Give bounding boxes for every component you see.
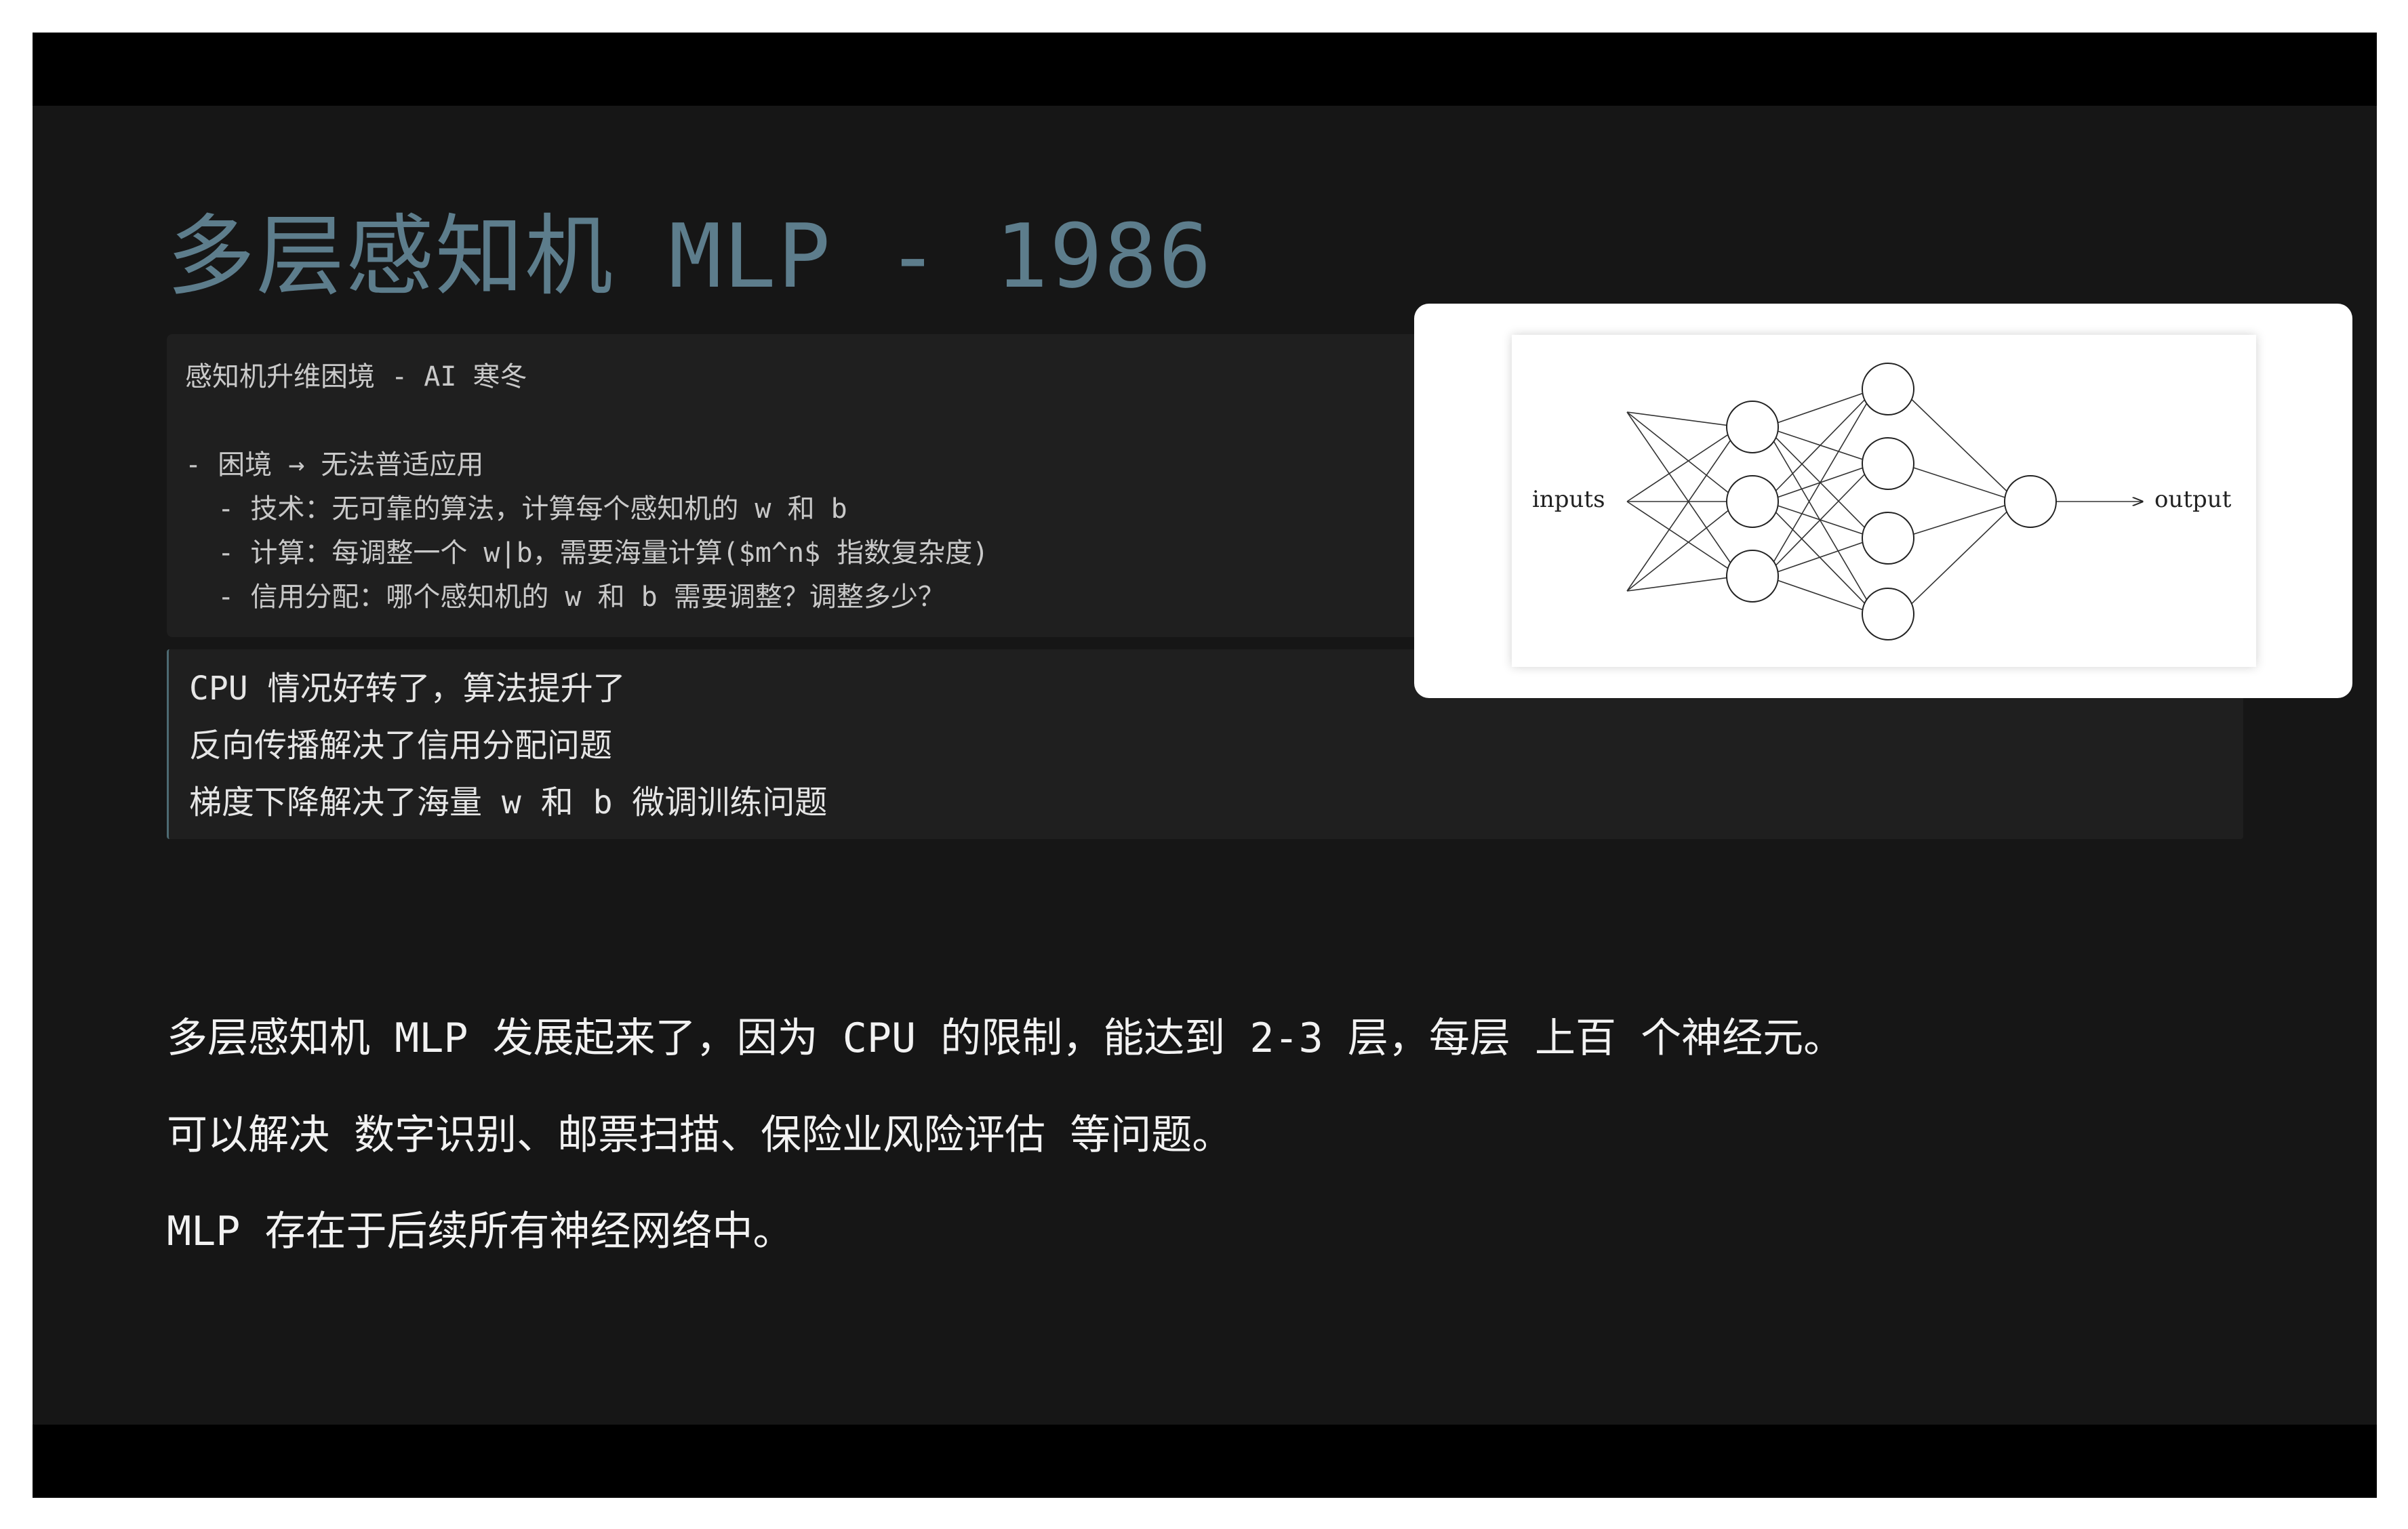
figure-image: inputs output — [1512, 335, 2256, 667]
letterbox-bottom — [33, 1425, 2377, 1498]
code-line: - 信用分配：哪个感知机的 w 和 b 需要调整？调整多少？ — [185, 582, 945, 613]
slide-title: 多层感知机 MLP - 1986 — [167, 205, 1213, 308]
inputs-label: inputs — [1532, 486, 1605, 513]
paragraph-2: 可以解决 数字识别、邮票扫描、保险业风险评估 等问题。 — [167, 1112, 1233, 1159]
letterbox-top — [33, 33, 2377, 106]
quote-line: CPU 情况好转了，算法提升了 — [189, 670, 626, 708]
neural-network-figure[interactable]: inputs output — [1414, 304, 2352, 698]
code-line: - 技术：无可靠的算法，计算每个感知机的 w 和 b — [185, 493, 847, 525]
code-line: - 困境 → 无法普适应用 — [185, 449, 484, 481]
code-line: - 计算：每调整一个 w|b，需要海量计算($m^n$ 指数复杂度) — [185, 537, 989, 569]
paragraph-3: MLP 存在于后续所有神经网络中。 — [167, 1208, 794, 1255]
quote-line: 梯度下降解决了海量 w 和 b 微调训练问题 — [189, 783, 828, 821]
quote-line: 反向传播解决了信用分配问题 — [189, 727, 613, 764]
output-label: output — [2154, 486, 2232, 513]
code-line: 感知机升维困境 - AI 寒冬 — [185, 361, 527, 392]
paragraph-1: 多层感知机 MLP 发展起来了，因为 CPU 的限制，能达到 2-3 层，每层 … — [167, 1015, 1845, 1062]
mlp-diagram — [1626, 363, 2256, 640]
presentation-screen: 多层感知机 MLP - 1986 感知机升维困境 - AI 寒冬 - 困境 → … — [33, 33, 2377, 1498]
